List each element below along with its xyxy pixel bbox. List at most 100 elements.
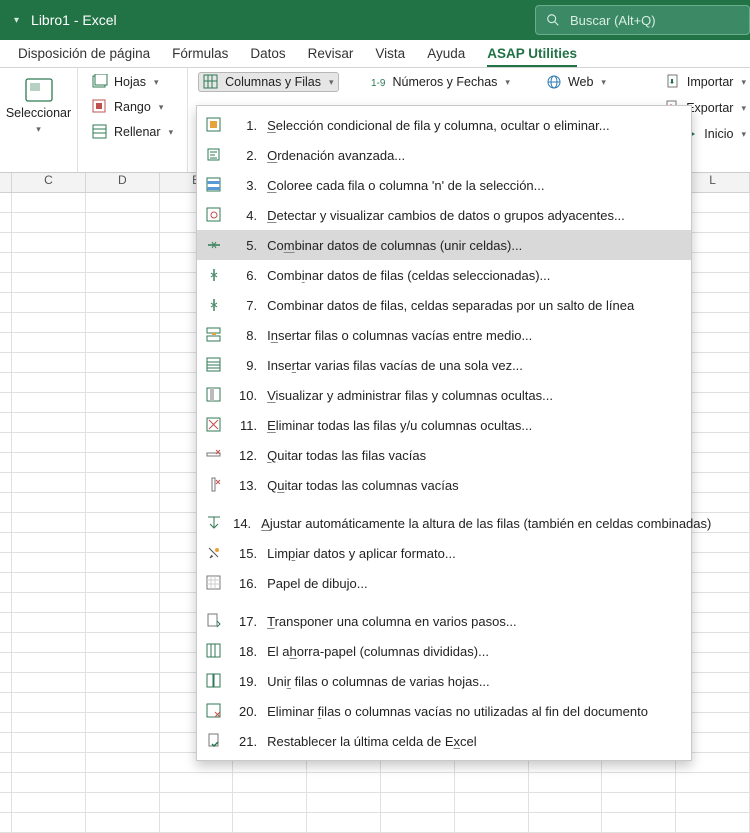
cell[interactable] [0, 693, 12, 712]
web-button[interactable]: Web▾ [542, 72, 610, 92]
select-button[interactable]: Seleccionar ▾ [6, 78, 71, 135]
cell[interactable] [12, 773, 86, 792]
cell[interactable] [12, 253, 86, 272]
cell[interactable] [307, 793, 381, 812]
cell[interactable] [12, 213, 86, 232]
tab-datos[interactable]: Datos [250, 46, 285, 67]
menu-item-7[interactable]: 7.Combinar datos de filas, celdas separa… [197, 290, 691, 320]
menu-item-4[interactable]: 4.Detectar y visualizar cambios de datos… [197, 200, 691, 230]
cell[interactable] [233, 793, 307, 812]
cell[interactable] [86, 653, 160, 672]
tab-asap-utilities[interactable]: ASAP Utilities [487, 46, 577, 67]
cell[interactable] [86, 213, 160, 232]
cell[interactable] [86, 313, 160, 332]
cell[interactable] [529, 793, 603, 812]
rango-button[interactable]: Rango▾ [88, 97, 177, 117]
cell[interactable] [86, 753, 160, 772]
cell[interactable] [233, 773, 307, 792]
cell[interactable] [160, 793, 234, 812]
cell[interactable] [676, 813, 750, 832]
cell[interactable] [86, 393, 160, 412]
grid-row[interactable] [0, 773, 750, 793]
cell[interactable] [12, 373, 86, 392]
cell[interactable] [86, 413, 160, 432]
menu-item-6[interactable]: 6.Combinar datos de filas (celdas selecc… [197, 260, 691, 290]
cell[interactable] [12, 693, 86, 712]
cell[interactable] [12, 393, 86, 412]
menu-item-19[interactable]: 19.Unir filas o columnas de varias hojas… [197, 666, 691, 696]
tab-disposici-n-de-p-gina[interactable]: Disposición de página [18, 46, 150, 67]
cell[interactable] [86, 553, 160, 572]
window-menu-caret[interactable]: ▾ [14, 15, 19, 26]
cell[interactable] [12, 593, 86, 612]
tab-ayuda[interactable]: Ayuda [427, 46, 465, 67]
cell[interactable] [233, 813, 307, 832]
cell[interactable] [12, 433, 86, 452]
cell[interactable] [602, 813, 676, 832]
menu-item-21[interactable]: 21.Restablecer la última celda de Excel [197, 726, 691, 756]
cell[interactable] [381, 773, 455, 792]
cell[interactable] [12, 713, 86, 732]
cell[interactable] [307, 813, 381, 832]
cell[interactable] [12, 293, 86, 312]
cell[interactable] [0, 653, 12, 672]
cell[interactable] [86, 293, 160, 312]
cell[interactable] [86, 373, 160, 392]
menu-item-8[interactable]: 8.Insertar filas o columnas vacías entre… [197, 320, 691, 350]
search-box[interactable]: Buscar (Alt+Q) [535, 5, 750, 35]
menu-item-14[interactable]: 14.Ajustar automáticamente la altura de … [197, 508, 691, 538]
cell[interactable] [12, 353, 86, 372]
cell[interactable] [529, 773, 603, 792]
cell[interactable] [0, 273, 12, 292]
cell[interactable] [12, 413, 86, 432]
cell[interactable] [0, 673, 12, 692]
cell[interactable] [0, 513, 12, 532]
menu-item-20[interactable]: 20.Eliminar filas o columnas vacías no u… [197, 696, 691, 726]
cell[interactable] [86, 733, 160, 752]
menu-item-15[interactable]: 15.Limpiar datos y aplicar formato... [197, 538, 691, 568]
cell[interactable] [0, 253, 12, 272]
column-header-C[interactable]: C [12, 173, 86, 192]
cell[interactable] [0, 393, 12, 412]
cell[interactable] [86, 613, 160, 632]
cell[interactable] [455, 813, 529, 832]
cell[interactable] [86, 333, 160, 352]
cell[interactable] [12, 653, 86, 672]
cell[interactable] [0, 613, 12, 632]
cell[interactable] [86, 533, 160, 552]
cell[interactable] [307, 773, 381, 792]
menu-item-11[interactable]: 11.Eliminar todas las filas y/u columnas… [197, 410, 691, 440]
cell[interactable] [0, 233, 12, 252]
menu-item-5[interactable]: 5.Combinar datos de columnas (unir celda… [197, 230, 691, 260]
cell[interactable] [12, 673, 86, 692]
cell[interactable] [12, 533, 86, 552]
column-header-D[interactable]: D [86, 173, 160, 192]
cell[interactable] [381, 813, 455, 832]
cell[interactable] [86, 673, 160, 692]
cell[interactable] [12, 333, 86, 352]
cell[interactable] [0, 533, 12, 552]
tab-revisar[interactable]: Revisar [308, 46, 354, 67]
cell[interactable] [0, 373, 12, 392]
cell[interactable] [12, 553, 86, 572]
cell[interactable] [86, 793, 160, 812]
cell[interactable] [86, 573, 160, 592]
menu-item-16[interactable]: 16.Papel de dibujo... [197, 568, 691, 598]
tab-vista[interactable]: Vista [375, 46, 405, 67]
cell[interactable] [160, 773, 234, 792]
cell[interactable] [676, 793, 750, 812]
cell[interactable] [381, 793, 455, 812]
cell[interactable] [86, 813, 160, 832]
cell[interactable] [12, 573, 86, 592]
cell[interactable] [0, 713, 12, 732]
hojas-button[interactable]: Hojas▾ [88, 72, 177, 92]
cell[interactable] [86, 633, 160, 652]
cell[interactable] [86, 473, 160, 492]
cell[interactable] [455, 773, 529, 792]
cell[interactable] [12, 733, 86, 752]
columnas-filas-button[interactable]: Columnas y Filas▾ [198, 72, 338, 92]
cell[interactable] [0, 553, 12, 572]
menu-item-1[interactable]: 1.Selección condicional de fila y column… [197, 110, 691, 140]
menu-item-2[interactable]: 2.Ordenación avanzada... [197, 140, 691, 170]
menu-item-17[interactable]: 17.Transponer una columna en varios paso… [197, 606, 691, 636]
